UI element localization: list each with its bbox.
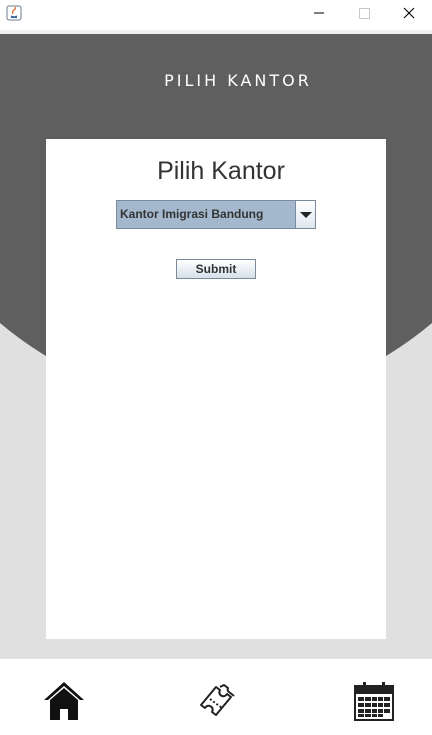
chevron-down-icon xyxy=(300,212,312,218)
office-select-value: Kantor Imigrasi Bandung xyxy=(120,207,264,221)
java-app-icon xyxy=(6,5,22,21)
office-card: Pilih Kantor Kantor Imigrasi Bandung Sub… xyxy=(46,139,386,639)
ticket-icon[interactable] xyxy=(198,683,238,719)
header-title: PILIH KANTOR xyxy=(164,71,312,90)
bottom-nav xyxy=(0,659,432,735)
office-select[interactable]: Kantor Imigrasi Bandung xyxy=(116,200,316,229)
minimize-icon[interactable] xyxy=(296,0,342,30)
calendar-icon[interactable] xyxy=(354,681,394,721)
window-titlebar xyxy=(0,0,432,30)
maximize-icon[interactable] xyxy=(341,0,387,30)
submit-button[interactable]: Submit xyxy=(176,259,256,279)
dropdown-arrow-button[interactable] xyxy=(295,201,315,228)
card-title: Pilih Kantor xyxy=(157,157,285,185)
close-icon[interactable] xyxy=(386,0,432,30)
main-content: PILIH KANTOR Pilih Kantor Kantor Imigras… xyxy=(0,34,432,659)
home-icon[interactable] xyxy=(43,681,85,721)
